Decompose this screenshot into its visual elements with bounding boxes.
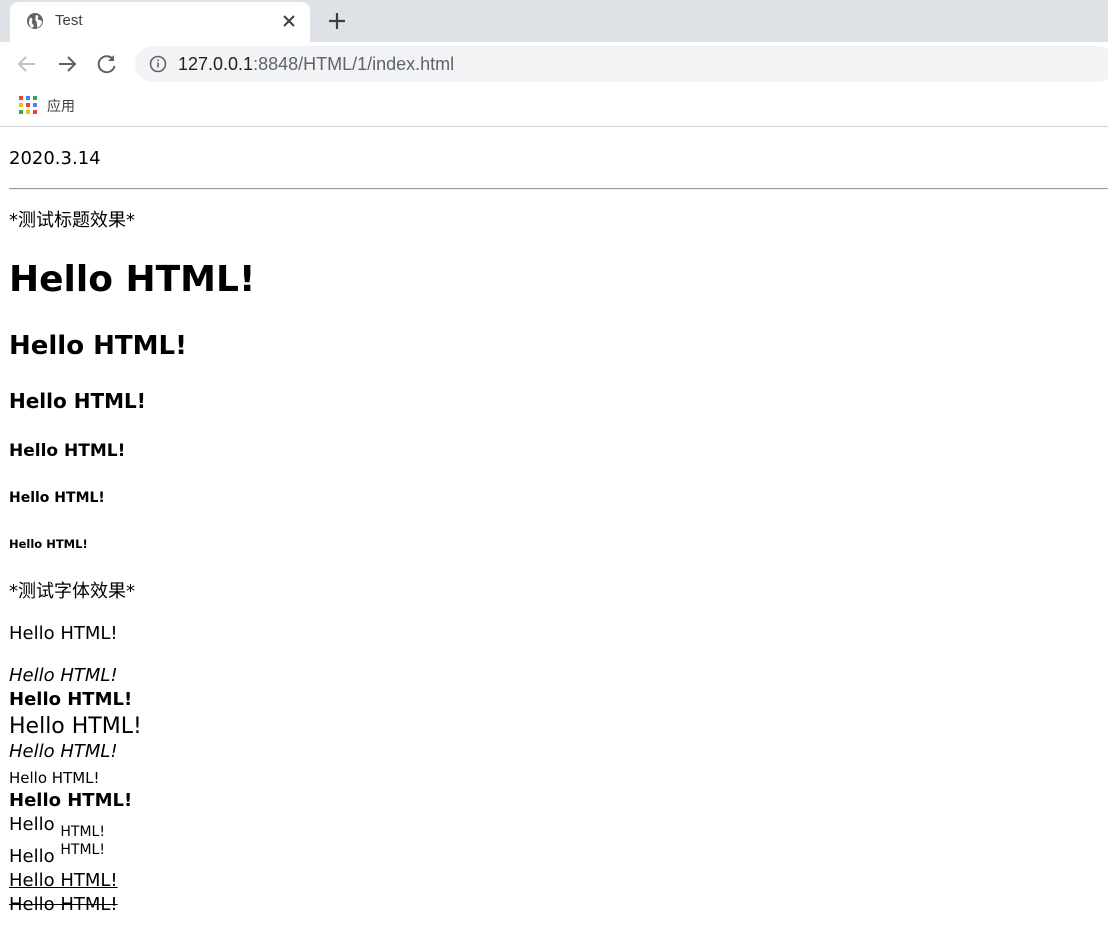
tab-strip: Test [0, 0, 1108, 42]
browser-toolbar: 127.0.0.1:8848/HTML/1/index.html [0, 42, 1108, 86]
emphasis-text: Hello HTML! [9, 741, 118, 762]
horizontal-rule [9, 188, 1108, 190]
font-section-label: *测试字体效果* [9, 581, 135, 602]
apps-bookmark-label[interactable]: 应用 [47, 96, 75, 116]
bookmarks-bar: 应用 [0, 86, 1108, 127]
close-icon[interactable] [280, 12, 298, 30]
superscript-base: Hello [9, 846, 55, 867]
arrow-left-icon[interactable] [15, 52, 39, 76]
heading-1: Hello HTML! [9, 259, 256, 300]
url-host: 127.0.0.1 [178, 54, 254, 74]
underline-text: Hello HTML! [9, 870, 118, 891]
date-text: 2020.3.14 [9, 148, 101, 169]
strong-text: Hello HTML! [9, 790, 133, 811]
subscript-base: Hello [9, 814, 55, 835]
heading-3: Hello HTML! [9, 389, 146, 413]
heading-6: Hello HTML! [9, 537, 88, 551]
tab-title: Test [55, 12, 83, 29]
globe-icon [27, 13, 43, 29]
browser-tab[interactable]: Test [10, 2, 310, 42]
subscript-line: Hello HTML! [9, 814, 105, 840]
apps-grid-icon[interactable] [19, 96, 37, 114]
superscript-line: Hello HTML! [9, 842, 105, 867]
heading-5: Hello HTML! [9, 490, 105, 506]
subscript-text: HTML! [60, 824, 105, 840]
italic-text: Hello HTML! [9, 665, 118, 686]
address-bar[interactable]: 127.0.0.1:8848/HTML/1/index.html [135, 46, 1108, 82]
strikethrough-text: Hello HTML! [9, 894, 118, 915]
url-text: 127.0.0.1:8848/HTML/1/index.html [178, 54, 454, 75]
info-icon[interactable] [149, 55, 167, 73]
arrow-right-icon[interactable] [55, 52, 79, 76]
bold-text: Hello HTML! [9, 689, 133, 710]
plain-text: Hello HTML! [9, 623, 118, 644]
reload-icon[interactable] [95, 52, 119, 76]
heading-section-label: *测试标题效果* [9, 210, 135, 231]
superscript-text: HTML! [60, 842, 105, 858]
url-path: :8848/HTML/1/index.html [253, 54, 455, 74]
heading-2: Hello HTML! [9, 331, 187, 361]
small-text: Hello HTML! [9, 769, 100, 787]
plus-icon[interactable] [326, 10, 348, 32]
heading-4: Hello HTML! [9, 441, 126, 461]
big-text: Hello HTML! [9, 714, 142, 739]
